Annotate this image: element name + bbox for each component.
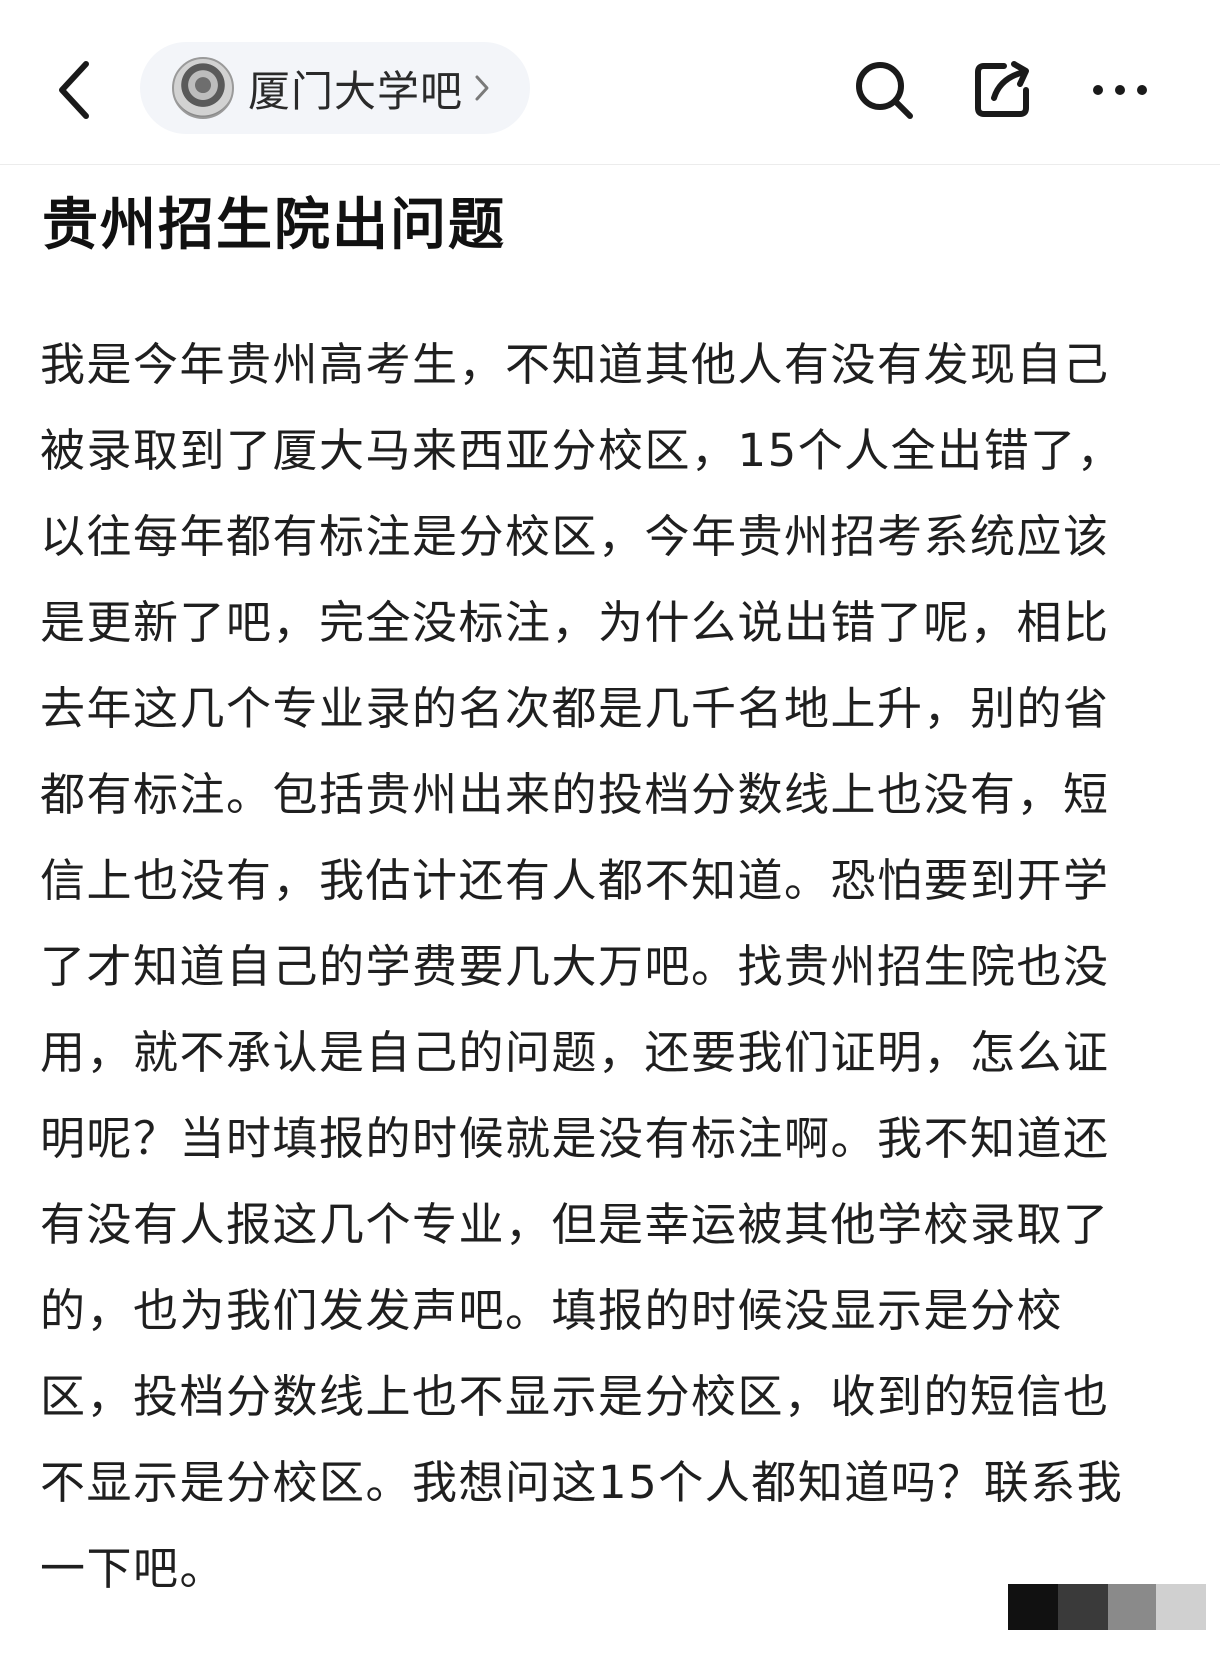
- post-body-line: 都有标注。包括贵州出来的投档分数线上也没有，短: [40, 768, 1110, 821]
- back-button[interactable]: [52, 58, 96, 122]
- share-icon: [975, 61, 1029, 117]
- forum-name: 厦门大学吧: [248, 66, 464, 116]
- post-body-line: 一下吧。: [40, 1542, 227, 1595]
- watermark-block: [1058, 1584, 1108, 1630]
- post-body-line: 去年这几个专业录的名次都是几千名地上升，别的省: [40, 682, 1110, 735]
- watermark-block: [1108, 1584, 1156, 1630]
- post-body-line: 用，就不承认是自己的问题，还要我们证明，怎么证: [40, 1026, 1110, 1079]
- search-icon: [856, 62, 913, 119]
- more-button[interactable]: [1088, 58, 1152, 122]
- post-body-line: 区，投档分数线上也不显示是分校区，收到的短信也: [40, 1370, 1110, 1423]
- share-button[interactable]: [970, 58, 1034, 122]
- watermark-block: [1156, 1584, 1206, 1630]
- post-body-line: 以往每年都有标注是分校区，今年贵州招考系统应该: [40, 510, 1110, 563]
- post-body-line: 了才知道自己的学费要几大万吧。找贵州招生院也没: [40, 940, 1110, 993]
- post-title: 贵州招生院出问题: [42, 193, 506, 258]
- chevron-right-icon: [475, 75, 489, 101]
- post-body-line: 信上也没有，我估计还有人都不知道。恐怕要到开学: [40, 854, 1110, 907]
- watermark-bar: [1008, 1584, 1206, 1630]
- top-navigation-bar: 厦门大学吧: [0, 0, 1220, 165]
- forum-link-button[interactable]: 厦门大学吧: [140, 42, 530, 134]
- post-body-line: 有没有人报这几个专业，但是幸运被其他学校录取了: [40, 1198, 1110, 1251]
- post-body-line: 是更新了吧，完全没标注，为什么说出错了呢，相比: [40, 596, 1110, 649]
- back-arrow-icon: [59, 61, 89, 119]
- post-body-line: 被录取到了厦大马来西亚分校区，15个人全出错了，: [40, 424, 1124, 477]
- watermark-block: [1008, 1584, 1058, 1630]
- post-body-line: 我是今年贵州高考生，不知道其他人有没有发现自己: [40, 338, 1110, 391]
- post-body: 我是今年贵州高考生，不知道其他人有没有发现自己 被录取到了厦大马来西亚分校区，1…: [40, 322, 1170, 1612]
- post-body-line: 不显示是分校区。我想问这15个人都知道吗？联系我: [40, 1456, 1124, 1509]
- post-body-line: 明呢？当时填报的时候就是没有标注啊。我不知道还: [40, 1112, 1110, 1165]
- post-body-line: 的，也为我们发发声吧。填报的时候没显示是分校: [40, 1284, 1064, 1337]
- more-icon: [1093, 85, 1147, 95]
- university-seal-icon: [172, 57, 234, 119]
- search-button[interactable]: [852, 58, 916, 122]
